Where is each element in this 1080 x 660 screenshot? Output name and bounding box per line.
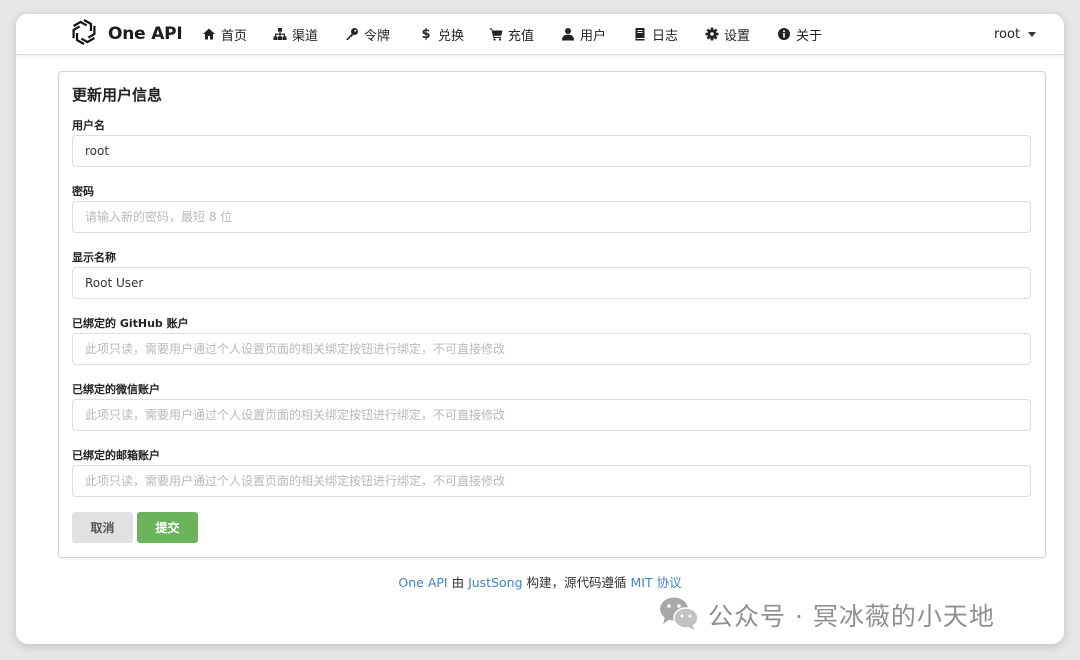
- nav-item-label: 兑换: [438, 28, 465, 44]
- nav-item-label: 令牌: [364, 28, 391, 44]
- nav-item-label: 渠道: [292, 28, 319, 44]
- license-link[interactable]: MIT 协议: [630, 575, 681, 590]
- author-link[interactable]: JustSong: [468, 575, 522, 590]
- footer-text-by: 由: [447, 575, 469, 590]
- nav-item-home[interactable]: 首页: [202, 14, 273, 54]
- update-user-form: 更新用户信息 用户名 密码 显示名称 已绑定的 GitHub 账户 已绑定的微信…: [58, 71, 1046, 558]
- user-dropdown[interactable]: root: [994, 14, 1037, 54]
- username-label: 用户名: [72, 119, 105, 132]
- project-link[interactable]: One API: [398, 575, 447, 590]
- home-icon: [202, 27, 216, 41]
- footer: One API 由 JustSong 构建，源代码遵循 MIT 协议: [16, 572, 1064, 591]
- book-icon: [633, 27, 647, 41]
- password-input[interactable]: [72, 201, 1031, 233]
- nav-item-users[interactable]: 用户: [561, 14, 633, 54]
- dollar-icon: $: [421, 26, 431, 42]
- key-icon: [345, 27, 359, 41]
- username-input[interactable]: [72, 135, 1031, 167]
- brand-name: One API: [108, 24, 183, 44]
- watermark-text: 公众号 · 冥冰薇的小天地: [708, 602, 995, 631]
- wechat-icon: [658, 595, 700, 635]
- user-icon: [561, 27, 575, 41]
- gear-icon: [705, 27, 719, 41]
- email-account-label: 已绑定的邮箱账户: [72, 449, 160, 462]
- github-account-label: 已绑定的 GitHub 账户: [72, 317, 189, 330]
- cart-icon: [489, 27, 503, 41]
- nav-item-logs[interactable]: 日志: [633, 14, 705, 54]
- username-label: root: [994, 26, 1021, 42]
- display-name-input[interactable]: [72, 267, 1031, 299]
- nav-item-redeem[interactable]: $ 兑换: [419, 14, 489, 54]
- openai-logo-icon: [68, 16, 100, 52]
- nav-item-label: 用户: [580, 28, 607, 44]
- submit-button[interactable]: 提交: [137, 512, 198, 543]
- nav-item-channels[interactable]: 渠道: [273, 14, 345, 54]
- nav-item-label: 充值: [508, 28, 535, 44]
- cancel-button[interactable]: 取消: [72, 512, 133, 543]
- wechat-watermark: 公众号 · 冥冰薇的小天地: [658, 596, 995, 634]
- form-title: 更新用户信息: [72, 86, 163, 104]
- display-name-label: 显示名称: [72, 251, 116, 264]
- brand-link[interactable]: One API: [68, 17, 183, 51]
- nav-item-about[interactable]: 关于: [777, 14, 849, 54]
- nav-item-label: 首页: [221, 28, 248, 44]
- caret-down-icon: [1028, 32, 1037, 37]
- nav-item-tokens[interactable]: 令牌: [345, 14, 419, 54]
- footer-text-middle: 构建，源代码遵循: [522, 575, 631, 590]
- top-navbar: One API 首页 渠道 令牌 $ 兑换 充值 用户 日志 设置 关于 roo…: [16, 14, 1064, 55]
- wechat-account-input[interactable]: [72, 399, 1031, 431]
- nav-item-label: 关于: [796, 28, 823, 44]
- wechat-account-label: 已绑定的微信账户: [72, 383, 160, 396]
- nav-item-label: 日志: [652, 28, 679, 44]
- nav-menu: 首页 渠道 令牌 $ 兑换 充值 用户 日志 设置 关于: [202, 14, 849, 54]
- info-circle-icon: [777, 27, 791, 41]
- email-account-input[interactable]: [72, 465, 1031, 497]
- app-window: One API 首页 渠道 令牌 $ 兑换 充值 用户 日志 设置 关于 roo…: [16, 14, 1064, 644]
- sitemap-icon: [273, 27, 287, 41]
- github-account-input[interactable]: [72, 333, 1031, 365]
- nav-item-topup[interactable]: 充值: [489, 14, 561, 54]
- nav-item-label: 设置: [724, 28, 751, 44]
- nav-item-settings[interactable]: 设置: [705, 14, 777, 54]
- password-label: 密码: [72, 185, 94, 198]
